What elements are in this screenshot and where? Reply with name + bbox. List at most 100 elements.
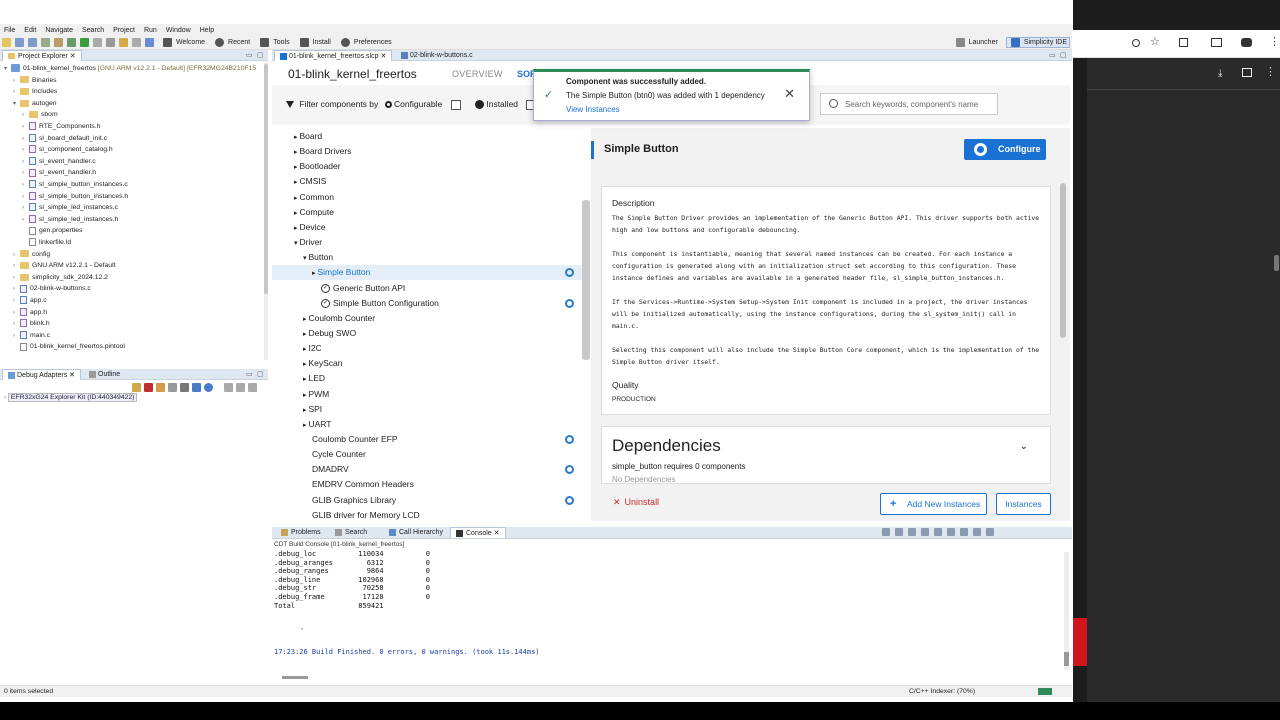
preferences-button[interactable]: Preferences (339, 38, 392, 47)
tree-item[interactable]: › sl_simple_button_instances.h (22, 191, 128, 202)
tree-item[interactable]: › sl_event_handler.h (22, 167, 96, 178)
console-hscrollbar[interactable] (282, 676, 308, 679)
tree-item[interactable]: › sl_simple_button_instances.c (22, 179, 128, 190)
configure-button[interactable]: Configure (964, 139, 1046, 160)
console-vscrollbar[interactable] (1064, 552, 1069, 670)
tree-item[interactable]: › sbom (22, 109, 58, 120)
stop-icon[interactable] (93, 38, 102, 47)
chevron-icon[interactable]: ▾ (4, 64, 11, 75)
chevron-icon[interactable]: › (13, 331, 20, 342)
tree-item[interactable]: › Binaries (13, 75, 57, 86)
close-icon[interactable]: ✕ (379, 53, 386, 60)
component-tree-item[interactable]: Cycle Counter (272, 447, 584, 462)
component-tree-item[interactable]: ▸ Common (272, 190, 584, 205)
tree-item[interactable]: gen.properties (22, 225, 82, 236)
component-tree-item[interactable]: ▸ Board Drivers (272, 144, 584, 159)
gear-icon[interactable] (565, 465, 574, 475)
tab-editor-1[interactable]: 02-blink-w-buttons.c (396, 50, 478, 61)
tree-item[interactable]: › sl_simple_led_instances.h (22, 214, 118, 225)
menu-help[interactable]: Help (200, 27, 214, 34)
browser-scrollbar[interactable] (1274, 255, 1279, 271)
chevron-icon[interactable]: › (22, 192, 29, 203)
back-icon[interactable] (119, 38, 128, 47)
scroll-lock-icon[interactable] (895, 528, 903, 536)
print-icon[interactable] (1242, 68, 1252, 77)
chevron-icon[interactable]: › (22, 168, 29, 179)
collapse-icon[interactable] (224, 383, 233, 392)
component-tree-item[interactable]: ▸ KeyScan (272, 356, 584, 371)
tab-outline[interactable]: Outline (84, 369, 125, 380)
project-tree-scrollbar[interactable] (264, 62, 268, 360)
edit-icon[interactable] (168, 383, 177, 392)
tab-editor-0[interactable]: 01-blink_kernel_freertos.slcp ✕ (274, 50, 393, 61)
instances-button[interactable]: Instances (996, 493, 1051, 515)
chevron-icon[interactable]: › (22, 215, 29, 226)
display-console-icon[interactable] (960, 528, 968, 536)
chevron-icon[interactable]: › (22, 110, 29, 121)
tab-console-call-hierarchy[interactable]: Call Hierarchy (384, 527, 448, 538)
component-tree-item[interactable]: ▸ PWM (272, 387, 584, 402)
close-icon[interactable]: ✕ (69, 372, 75, 379)
chevron-icon[interactable]: › (22, 122, 29, 133)
component-tree-item[interactable]: EMDRV Common Headers (272, 477, 584, 492)
chevron-icon[interactable]: › (13, 76, 20, 87)
new-icon[interactable] (2, 38, 11, 47)
minimize-icon[interactable]: ▭ (1049, 51, 1056, 59)
tree-item[interactable]: › GNU ARM v12.2.1 - Default (13, 260, 115, 271)
component-tree-item[interactable]: ✓ Generic Button API (272, 281, 584, 296)
expand-icon[interactable] (236, 383, 245, 392)
install-button[interactable]: Install (298, 38, 331, 47)
download-icon[interactable]: ⤓ (1218, 68, 1222, 79)
word-wrap-icon[interactable] (934, 528, 942, 536)
component-tree-item[interactable]: GLIB Graphics Library (272, 493, 584, 508)
component-tree-item[interactable]: Coulomb Counter EFP (272, 432, 584, 447)
chevron-icon[interactable]: ▾ (13, 99, 20, 110)
tree-item[interactable]: › RTE_Components.h (22, 121, 100, 132)
tree-item[interactable]: › app.c (13, 295, 47, 306)
uninstall-button[interactable]: ✕ Uninstall (613, 497, 659, 508)
recent-button[interactable]: Recent (213, 38, 250, 47)
tree-item[interactable]: › blink.h (13, 318, 50, 329)
tree-item[interactable]: › app.h (13, 307, 47, 318)
chevron-icon[interactable]: › (22, 203, 29, 214)
view-instances-link[interactable]: View Instances (566, 105, 620, 114)
menu-edit[interactable]: Edit (24, 27, 36, 34)
detail-scrollbar[interactable] (1060, 183, 1066, 338)
clear-console-icon[interactable] (882, 528, 890, 536)
maximize-icon[interactable] (986, 528, 994, 536)
tab-console-console[interactable]: Console ✕ (450, 527, 506, 538)
tree-item[interactable]: › Includes (13, 86, 57, 97)
hammer-icon[interactable] (54, 38, 63, 47)
add-new-instances-button[interactable]: + Add New Instances (880, 493, 987, 515)
component-tree-item[interactable]: ▸ Simple Button (272, 265, 584, 281)
chevron-down-icon[interactable]: ⌄ (1020, 441, 1028, 452)
tree-item[interactable]: linkerfile.ld (22, 237, 71, 248)
sidebar-icon[interactable] (1211, 38, 1222, 47)
tree-item[interactable]: 01-blink_kernel_freertos.pintool (13, 341, 125, 352)
disconnect-icon[interactable] (144, 383, 153, 392)
gear-icon[interactable] (565, 435, 574, 444)
chevron-icon[interactable]: › (13, 87, 20, 98)
pin-icon[interactable] (908, 528, 916, 536)
menu-run[interactable]: Run (144, 27, 157, 34)
simplicity-ide-button[interactable]: Simplicity IDE (1005, 37, 1070, 48)
menu-navigate[interactable]: Navigate (45, 27, 73, 34)
menu-window[interactable]: Window (166, 27, 191, 34)
tree-item[interactable]: › sl_event_handler.c (22, 156, 96, 167)
component-tree-item[interactable]: ▸ Bootloader (272, 159, 584, 174)
save-all-icon[interactable] (28, 38, 37, 47)
component-tree-item[interactable]: ▸ I2C (272, 341, 584, 356)
star-icon[interactable]: ☆ (1150, 35, 1160, 48)
component-tree-item[interactable]: ▸ CMSIS (272, 174, 584, 189)
tree-item[interactable]: › config (13, 249, 50, 260)
chevron-right-icon[interactable]: › (4, 395, 6, 401)
save-icon[interactable] (15, 38, 24, 47)
component-tree-item[interactable]: ▾ Button (272, 250, 584, 265)
profile-icon[interactable] (1241, 38, 1252, 47)
menu-icon[interactable]: ⋮ (1269, 35, 1280, 48)
tree-item[interactable]: › 02-blink-w-buttons.c (13, 283, 91, 294)
tree-item[interactable]: › sl_component_catalog.h (22, 144, 113, 155)
gear-icon[interactable] (565, 298, 574, 308)
tree-item[interactable]: › sl_board_default_init.c (22, 133, 107, 144)
minimize-icon[interactable]: ▭ (246, 370, 253, 378)
